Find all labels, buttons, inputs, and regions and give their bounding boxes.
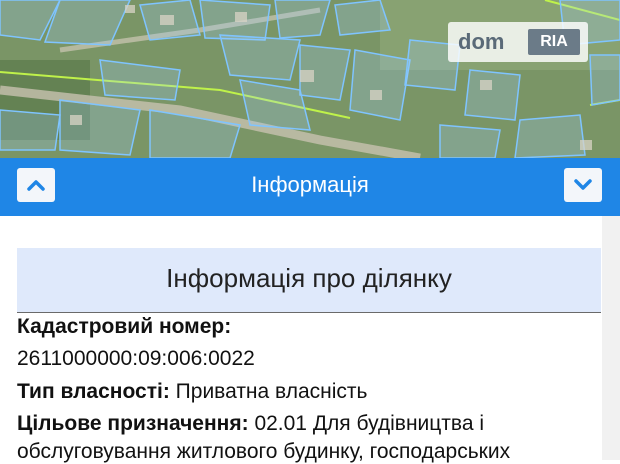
parcel-section-title: Інформація про ділянку	[17, 248, 601, 313]
expand-button[interactable]	[564, 168, 602, 202]
chevron-down-icon	[574, 179, 592, 190]
cadastral-value: 2611000000:09:006:0022	[17, 347, 255, 370]
purpose-value: 02.01 Для будівництва і	[254, 412, 485, 435]
purpose-row: Цільове призначення: 02.01 Для будівницт…	[17, 412, 484, 436]
info-title: Інформація	[251, 172, 369, 197]
cadastral-map[interactable]: dom RIA	[0, 0, 620, 158]
cadastral-label: Кадастровий номер:	[17, 315, 232, 338]
ownership-value: Приватна власність	[175, 380, 368, 403]
watermark-brand: dom	[458, 29, 505, 54]
parcel-card: Інформація про ділянку Кадастровий номер…	[0, 216, 602, 463]
ownership-row: Тип власності: Приватна власність	[17, 380, 367, 404]
watermark-badge: RIA	[528, 29, 580, 55]
site-watermark: dom RIA	[448, 22, 588, 62]
info-header: Інформація	[0, 158, 620, 216]
purpose-label: Цільове призначення:	[17, 412, 249, 435]
purpose-value-continued: обслуговування житлового будинку, господ…	[17, 440, 511, 463]
ownership-label: Тип власності:	[17, 380, 170, 403]
info-panel: Інформація про ділянку Кадастровий номер…	[0, 216, 620, 463]
